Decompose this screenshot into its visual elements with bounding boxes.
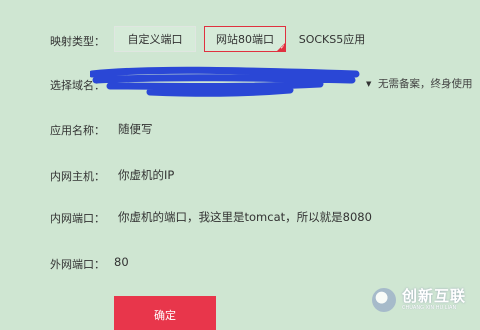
option-socks5[interactable]: SOCKS5应用 [292,26,372,52]
inner-port-label: 内网端口： [50,212,105,225]
option-website-port-80[interactable]: 网站80端口 ✓ [204,26,286,52]
watermark-cn: 创新互联 [402,287,467,305]
option-website-port-80-label: 网站80端口 [216,33,274,46]
option-custom-port-label: 自定义端口 [127,33,183,46]
caret-down-icon[interactable]: ▼ [366,80,371,88]
redaction-scribble [90,66,360,97]
inner-port-value[interactable]: 你虚机的端口，我这里是tomcat，所以就是8080 [118,209,372,225]
app-name-value[interactable]: 随便写 [118,121,153,137]
brand-logo-icon [372,288,396,312]
domain-hint: 无需备案，终身使用 [378,78,473,90]
inner-host-label: 内网主机： [50,170,105,183]
option-custom-port[interactable]: 自定义端口 [114,26,196,52]
mapping-type-label: 映射类型： [50,35,105,48]
outer-port-value[interactable]: 80 [114,255,129,269]
checkmark-icon: ✓ [279,44,285,51]
watermark: 创新互联 CHUANG XIN HU LIAN [372,288,466,312]
inner-host-value[interactable]: 你虚机的IP [118,167,174,183]
app-name-label: 应用名称： [50,124,105,137]
outer-port-label: 外网端口： [50,258,105,271]
option-socks5-label: SOCKS5应用 [298,33,366,46]
confirm-button[interactable]: 确定 [114,296,216,330]
watermark-en: CHUANG XIN HU LIAN [402,305,457,311]
